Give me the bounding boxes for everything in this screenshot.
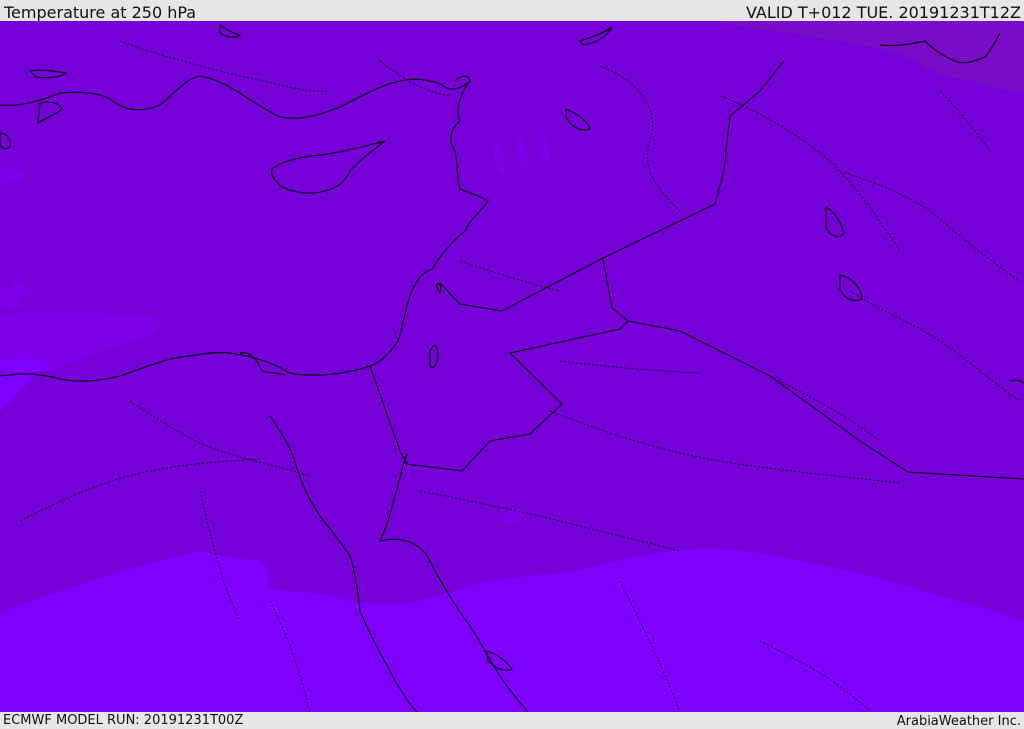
model-run-label: ECMWF MODEL RUN: 20191231T00Z [3,713,244,728]
map-page: Temperature at 250 hPa VALID T+012 TUE. … [0,0,1024,729]
map-canvas [0,21,1024,712]
credit-label: ArabiaWeather Inc. [896,714,1021,729]
valid-time-label: VALID T+012 TUE. 20191231T12Z [745,3,1021,22]
footer-bar: ECMWF MODEL RUN: 20191231T00Z ArabiaWeat… [0,712,1024,729]
map-title: Temperature at 250 hPa [4,3,197,22]
weather-map [0,21,1024,712]
header-bar: Temperature at 250 hPa VALID T+012 TUE. … [0,0,1024,22]
